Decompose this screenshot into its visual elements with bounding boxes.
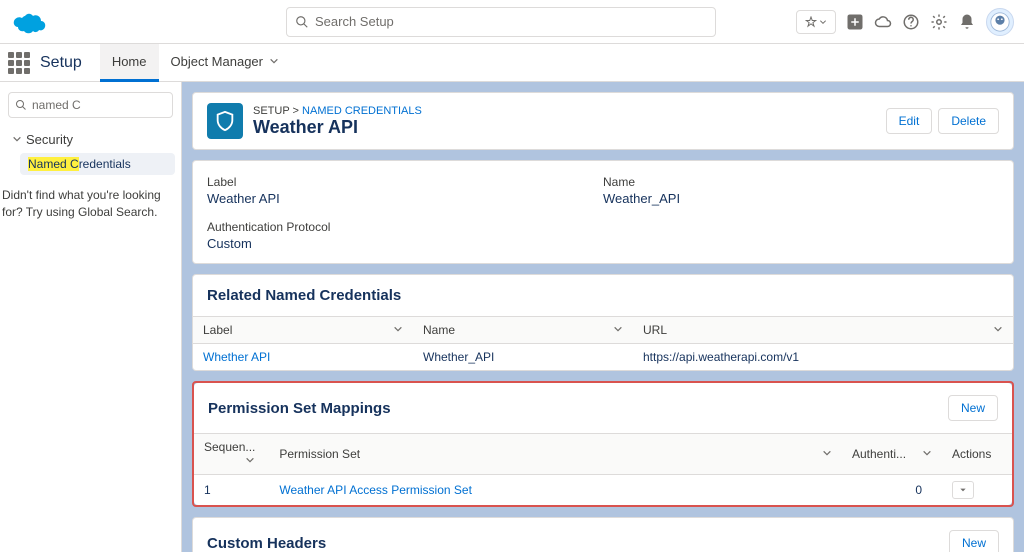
page-header: SETUP > NAMED CREDENTIALS Weather API Ed… (192, 92, 1014, 150)
breadcrumb-link[interactable]: NAMED CREDENTIALS (302, 105, 422, 117)
avatar[interactable] (986, 8, 1014, 36)
custom-headers: Custom Headers New (192, 517, 1014, 552)
perm-set-link[interactable]: Weather API Access Permission Set (279, 483, 472, 497)
perm-seq: 1 (194, 475, 269, 506)
page-title: Weather API (253, 117, 422, 138)
col-permission-set[interactable]: Permission Set (269, 434, 842, 475)
permission-set-mappings-highlight: Permission Set Mappings New Sequen... Pe… (192, 381, 1014, 507)
chevron-down-icon (922, 448, 932, 458)
permission-set-mappings: Permission Set Mappings New Sequen... Pe… (194, 383, 1012, 505)
gear-icon[interactable] (930, 13, 948, 31)
main-content: SETUP > NAMED CREDENTIALS Weather API Ed… (182, 82, 1024, 552)
perm-auth: 0 (842, 475, 942, 506)
detail-label: Name (603, 175, 999, 189)
add-icon[interactable] (846, 13, 864, 31)
breadcrumb: SETUP > NAMED CREDENTIALS (253, 105, 422, 117)
star-icon (805, 16, 817, 28)
related-named-credentials: Related Named Credentials Label Name URL… (192, 274, 1014, 371)
chevron-down-icon (819, 18, 827, 26)
related-label-link[interactable]: Whether API (203, 350, 270, 364)
col-url[interactable]: URL (633, 317, 1013, 344)
related-table: Label Name URL Whether API Whether_API h… (193, 316, 1013, 370)
global-search[interactable]: Search Setup (286, 7, 716, 37)
app-launcher-icon[interactable] (8, 52, 30, 74)
search-icon (15, 99, 27, 111)
chevron-down-icon (393, 324, 403, 334)
table-row: 1 Weather API Access Permission Set 0 (194, 475, 1012, 506)
setup-tree-sidebar: named C Security Named Credentials Didn'… (0, 82, 182, 552)
chevron-down-icon (822, 448, 832, 458)
chevron-down-icon (993, 324, 1003, 334)
cloud-icon[interactable] (874, 13, 892, 31)
tree-node-security[interactable]: Security (0, 128, 181, 151)
detail-value-label: Weather API (207, 191, 603, 206)
tree-node-named-credentials[interactable]: Named Credentials (20, 153, 175, 175)
col-name[interactable]: Name (413, 317, 633, 344)
detail-label: Authentication Protocol (207, 220, 603, 234)
tab-home[interactable]: Home (100, 44, 159, 82)
header-utilities (796, 8, 1014, 36)
caret-down-icon (959, 486, 967, 494)
section-title: Custom Headers (207, 535, 326, 552)
chevron-down-icon (245, 455, 255, 465)
chevron-down-icon (613, 324, 623, 334)
app-name: Setup (40, 54, 82, 72)
detail-card: Label Weather API Name Weather_API Authe… (192, 160, 1014, 264)
section-title: Permission Set Mappings (208, 400, 391, 417)
row-actions-button[interactable] (952, 481, 974, 499)
app-nav: Setup Home Object Manager (0, 44, 1024, 82)
detail-value-auth: Custom (207, 236, 603, 251)
col-actions: Actions (942, 434, 1012, 475)
detail-label: Label (207, 175, 603, 189)
astro-icon (989, 11, 1011, 33)
search-placeholder: Search Setup (315, 14, 394, 29)
related-url: https://api.weatherapi.com/v1 (633, 344, 1013, 371)
help-icon[interactable] (902, 13, 920, 31)
bell-icon[interactable] (958, 13, 976, 31)
global-header: Search Setup (0, 0, 1024, 44)
new-button[interactable]: New (948, 395, 998, 421)
related-name: Whether_API (413, 344, 633, 371)
chevron-down-icon (12, 134, 22, 144)
delete-button[interactable]: Delete (938, 108, 999, 134)
quick-find-input[interactable]: named C (8, 92, 173, 118)
section-title: Related Named Credentials (193, 275, 1013, 316)
search-icon (295, 15, 309, 29)
table-row: Whether API Whether_API https://api.weat… (193, 344, 1013, 371)
quick-find-value: named C (32, 98, 81, 112)
chevron-down-icon (269, 56, 279, 66)
detail-value-name: Weather_API (603, 191, 999, 206)
tab-object-manager[interactable]: Object Manager (159, 44, 292, 82)
col-label[interactable]: Label (193, 317, 413, 344)
col-sequence[interactable]: Sequen... (194, 434, 269, 475)
shield-icon (207, 103, 243, 139)
perm-table: Sequen... Permission Set Authenti... Act… (194, 433, 1012, 505)
favorites-button[interactable] (796, 10, 836, 34)
edit-button[interactable]: Edit (886, 108, 933, 134)
global-search-hint: Didn't find what you're looking for? Try… (0, 177, 181, 221)
new-button[interactable]: New (949, 530, 999, 552)
salesforce-logo-icon (10, 10, 46, 34)
col-authentication[interactable]: Authenti... (842, 434, 942, 475)
